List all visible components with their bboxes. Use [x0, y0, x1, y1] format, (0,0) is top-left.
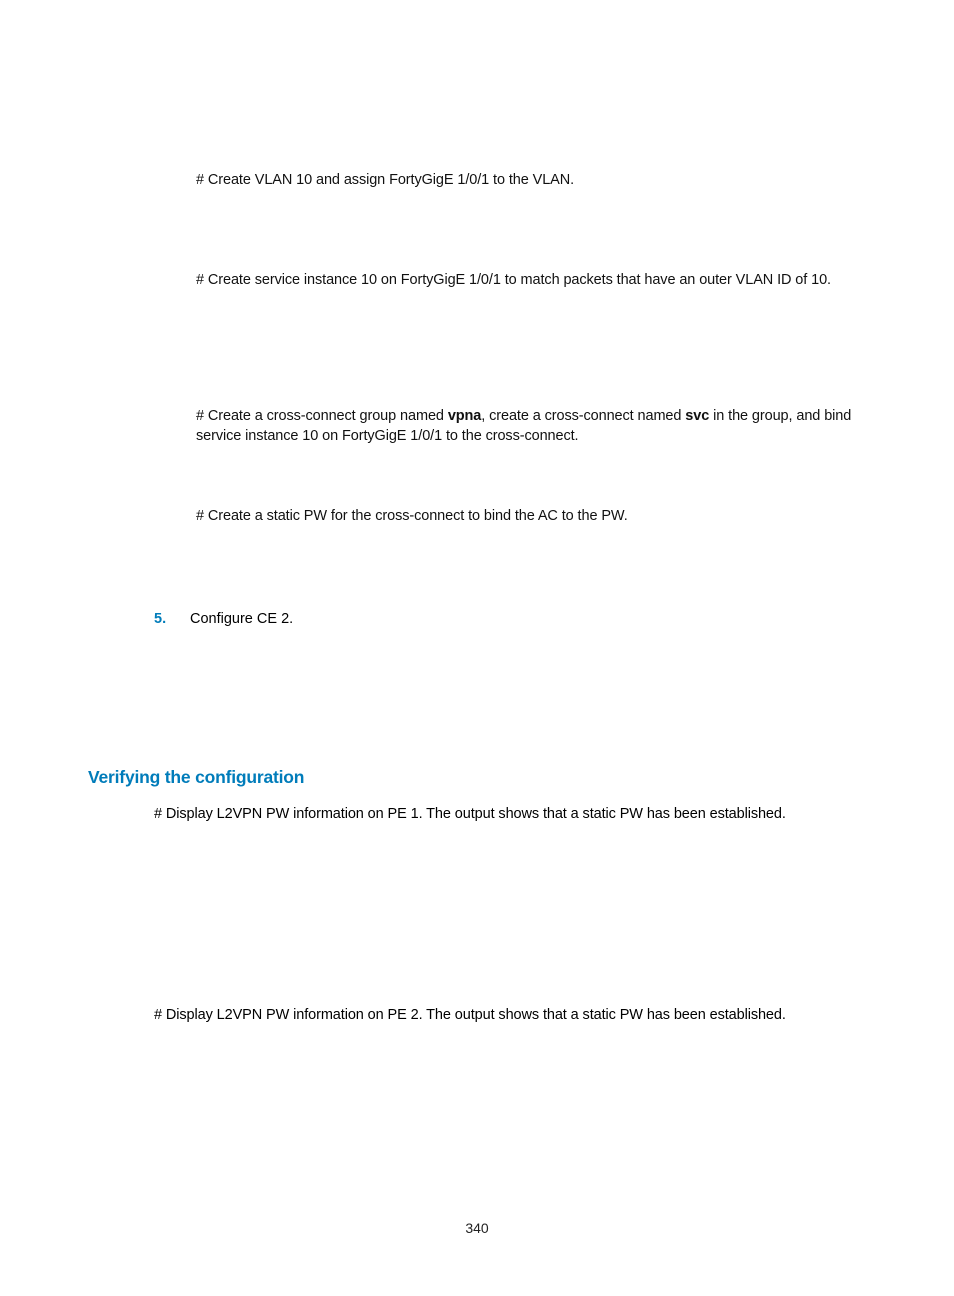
page-number: 340 [0, 1220, 954, 1236]
numbered-step-5: 5.Configure CE 2. [154, 611, 866, 627]
text-fragment: # Create a cross-connect group named [196, 408, 448, 424]
bold-vpna: vpna [448, 408, 481, 424]
instruction-step-create-static-pw: # Create a static PW for the cross-conne… [196, 506, 866, 526]
step-text: Configure CE 2. [190, 611, 293, 627]
body-pe2-display: # Display L2VPN PW information on PE 2. … [154, 1005, 866, 1025]
step-number: 5. [154, 611, 190, 627]
body-pe1-display: # Display L2VPN PW information on PE 1. … [154, 804, 866, 824]
instruction-step-create-cross-connect: # Create a cross-connect group named vpn… [196, 406, 866, 447]
text-fragment: , create a cross-connect named [481, 408, 685, 424]
bold-svc: svc [685, 408, 709, 424]
section-heading-verifying: Verifying the configuration [88, 767, 866, 788]
instruction-step-create-service-instance: # Create service instance 10 on FortyGig… [196, 270, 866, 290]
instruction-step-create-vlan: # Create VLAN 10 and assign FortyGigE 1/… [196, 170, 866, 190]
